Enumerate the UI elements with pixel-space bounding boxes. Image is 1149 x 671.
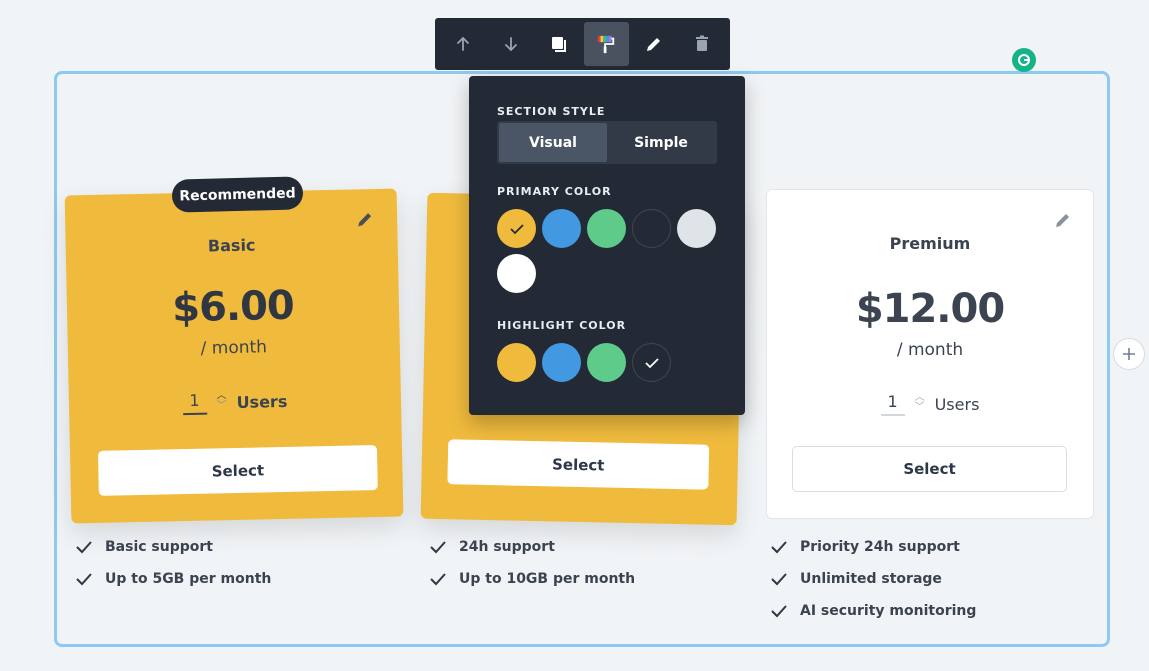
list-item: Unlimited storage bbox=[770, 563, 976, 595]
plan-price: $6.00 bbox=[171, 282, 295, 332]
list-item: AI security monitoring bbox=[770, 595, 976, 627]
highlight-swatch-blue[interactable] bbox=[542, 343, 581, 382]
feature-text: Unlimited storage bbox=[800, 571, 942, 587]
chevron-down-icon[interactable]: ﹀ bbox=[915, 403, 925, 414]
section-style-label: SECTION STYLE bbox=[497, 105, 606, 118]
duplicate-button[interactable] bbox=[536, 22, 581, 66]
style-option-simple[interactable]: Simple bbox=[607, 123, 715, 162]
pencil-icon[interactable] bbox=[1053, 210, 1073, 230]
check-icon bbox=[430, 541, 446, 554]
feature-text: 24h support bbox=[459, 539, 555, 555]
pencil-icon bbox=[647, 38, 661, 51]
users-label: Users bbox=[236, 391, 288, 412]
quantity-stepper[interactable]: ︿ ﹀ bbox=[216, 390, 227, 412]
edit-button[interactable] bbox=[632, 22, 677, 66]
trash-icon bbox=[696, 35, 709, 51]
highlight-swatch-yellow[interactable] bbox=[497, 343, 536, 382]
primary-swatch-white[interactable] bbox=[497, 254, 536, 293]
arrow-up-icon bbox=[457, 36, 469, 51]
check-icon bbox=[430, 573, 446, 586]
quantity-stepper[interactable]: ︿ ﹀ bbox=[915, 393, 925, 414]
list-item: Up to 5GB per month bbox=[75, 563, 271, 595]
feature-text: Priority 24h support bbox=[800, 539, 960, 555]
pricing-card-basic: Basic $6.00 / month 1 ︿ ﹀ Users Select bbox=[64, 188, 404, 524]
highlight-swatch-green[interactable] bbox=[587, 343, 626, 382]
users-quantity: 1 ︿ ﹀ Users bbox=[767, 392, 1093, 416]
users-quantity: 1 ︿ ﹀ Users bbox=[69, 387, 401, 418]
users-label: Users bbox=[934, 394, 980, 414]
pricing-card-premium: Premium $12.00 / month 1 ︿ ﹀ Users Selec… bbox=[766, 189, 1094, 519]
move-up-button[interactable] bbox=[441, 22, 486, 66]
primary-swatch-blue[interactable] bbox=[542, 209, 581, 248]
primary-swatch-yellow[interactable] bbox=[497, 209, 536, 248]
list-item: Priority 24h support bbox=[770, 531, 976, 563]
paint-roller-icon bbox=[598, 35, 615, 54]
quantity-input[interactable]: 1 bbox=[880, 392, 905, 416]
feature-text: Up to 10GB per month bbox=[459, 571, 636, 587]
check-icon bbox=[76, 541, 92, 554]
recommended-badge: Recommended bbox=[171, 176, 304, 213]
plan-period: / month bbox=[200, 337, 268, 359]
highlight-color-label: HIGHLIGHT COLOR bbox=[497, 319, 627, 332]
primary-color-label: PRIMARY COLOR bbox=[497, 185, 612, 198]
feature-list-basic: Basic support Up to 5GB per month bbox=[75, 531, 271, 595]
duplicate-icon bbox=[551, 37, 566, 52]
plan-name: Premium bbox=[889, 234, 971, 253]
check-icon bbox=[509, 223, 524, 234]
pencil-icon[interactable] bbox=[355, 209, 375, 229]
plus-icon bbox=[1123, 348, 1135, 360]
check-icon bbox=[771, 541, 787, 554]
section-style-toggle: Visual Simple bbox=[497, 121, 717, 164]
plan-period: / month bbox=[896, 340, 964, 360]
move-down-button[interactable] bbox=[488, 22, 533, 66]
feature-list-premium: Priority 24h support Unlimited storage A… bbox=[770, 531, 976, 627]
section-style-popover: SECTION STYLE Visual Simple PRIMARY COLO… bbox=[469, 76, 745, 415]
select-button[interactable]: Select bbox=[447, 439, 710, 490]
plan-name: Basic bbox=[207, 235, 256, 256]
check-icon bbox=[771, 573, 787, 586]
quantity-input[interactable]: 1 bbox=[182, 390, 207, 416]
select-button[interactable]: Select bbox=[792, 446, 1067, 492]
select-button[interactable]: Select bbox=[97, 445, 378, 496]
section-toolbar bbox=[435, 18, 730, 70]
check-icon bbox=[644, 357, 659, 368]
feature-text: Basic support bbox=[105, 539, 213, 555]
list-item: Basic support bbox=[75, 531, 271, 563]
check-icon bbox=[76, 573, 92, 586]
feature-text: AI security monitoring bbox=[800, 603, 977, 619]
style-option-visual[interactable]: Visual bbox=[499, 123, 607, 162]
check-icon bbox=[771, 605, 787, 618]
feature-text: Up to 5GB per month bbox=[105, 571, 272, 587]
primary-swatch-dark[interactable] bbox=[632, 209, 671, 248]
primary-swatch-green[interactable] bbox=[587, 209, 626, 248]
primary-swatch-light-gray[interactable] bbox=[677, 209, 716, 248]
grammarly-icon[interactable] bbox=[1012, 48, 1036, 72]
style-button[interactable] bbox=[583, 22, 629, 66]
list-item: Up to 10GB per month bbox=[429, 563, 635, 595]
add-section-button[interactable] bbox=[1113, 338, 1145, 370]
delete-button[interactable] bbox=[680, 22, 725, 66]
chevron-down-icon[interactable]: ﹀ bbox=[217, 400, 227, 412]
plan-price: $12.00 bbox=[855, 286, 1005, 332]
arrow-down-icon bbox=[504, 37, 517, 52]
highlight-swatch-dark[interactable] bbox=[632, 343, 671, 382]
list-item: 24h support bbox=[429, 531, 635, 563]
feature-list-standard: 24h support Up to 10GB per month bbox=[429, 531, 635, 595]
